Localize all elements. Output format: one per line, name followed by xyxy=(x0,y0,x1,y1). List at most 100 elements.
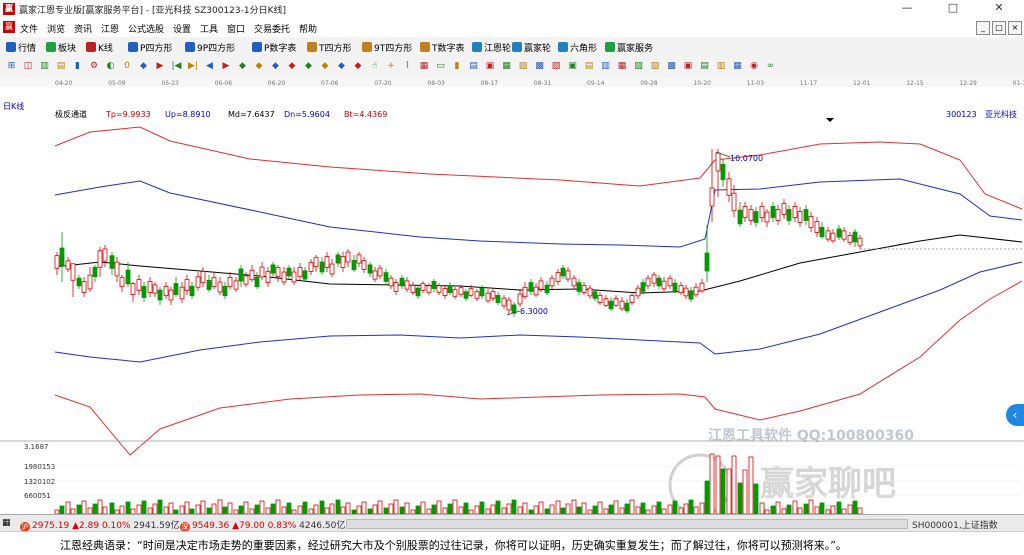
tool-button-36[interactable]: ▥ xyxy=(600,61,611,72)
tool-button-27[interactable]: ▮ xyxy=(452,61,463,72)
grid-status-icon[interactable]: ▦ xyxy=(2,518,11,528)
tool-button-8[interactable]: ◆ xyxy=(138,61,149,72)
tool-button-6[interactable]: ◐ xyxy=(105,61,116,72)
menu-trade[interactable]: 交易委托 xyxy=(254,22,290,35)
tool-button-37[interactable]: ▦ xyxy=(617,61,628,72)
mdi-close-button[interactable]: × xyxy=(1008,21,1022,35)
toolbar-candle-button[interactable]: K线 xyxy=(86,41,113,54)
maximize-button[interactable]: □ xyxy=(930,0,976,18)
tool-button-7[interactable]: 0 xyxy=(122,61,133,72)
candle-body xyxy=(538,280,544,290)
tool-button-25[interactable]: ▦ xyxy=(419,61,430,72)
tool-button-45[interactable]: ◉ xyxy=(749,61,760,72)
candle-body xyxy=(592,291,598,299)
tool-button-3[interactable]: ▤ xyxy=(56,61,67,72)
t-square-icon xyxy=(307,42,317,52)
toolbar-winner-wheel-button[interactable]: 赢家轮 xyxy=(512,41,551,54)
tool-button-38[interactable]: ▧ xyxy=(633,61,644,72)
menu-gann[interactable]: 江恩 xyxy=(101,22,119,35)
menu-file[interactable]: 文件 xyxy=(20,22,38,35)
tool-button-2[interactable]: ▥ xyxy=(39,61,50,72)
tool-button-17[interactable]: ◆ xyxy=(287,61,298,72)
blocks-icon xyxy=(46,42,56,52)
candle-body xyxy=(672,282,678,292)
volume-bar xyxy=(517,506,523,515)
menu-formula[interactable]: 公式选股 xyxy=(128,22,164,35)
tool-button-19[interactable]: ◆ xyxy=(320,61,331,72)
candle-body xyxy=(581,285,587,293)
volume-bar xyxy=(184,501,190,515)
tool-button-0[interactable]: ⊞ xyxy=(6,61,17,72)
tool-button-11[interactable]: ▶| xyxy=(188,61,199,72)
tool-button-4[interactable]: ▮ xyxy=(72,61,83,72)
toolbar-blocks-button[interactable]: 板块 xyxy=(46,41,76,54)
tool-button-9[interactable]: ▶ xyxy=(155,61,166,72)
tool-button-18[interactable]: ◆ xyxy=(303,61,314,72)
tool-button-29[interactable]: ▣ xyxy=(485,61,496,72)
mdi-restore-button[interactable]: □ xyxy=(992,21,1006,35)
tool-button-22[interactable]: ☝ xyxy=(369,61,380,72)
candle-body xyxy=(233,280,239,290)
tool-button-40[interactable]: ▩ xyxy=(666,61,677,72)
kline-chart-svg[interactable]: 04-20 05-09 05-23 06-06 06-20 07-06 07-20 08-03… xyxy=(0,77,1024,517)
candle-body xyxy=(506,299,512,311)
tool-button-26[interactable]: ▭ xyxy=(435,61,446,72)
kline-chart-area[interactable]: 04-20 05-09 05-23 06-06 06-20 07-06 07-20 08-03… xyxy=(0,77,1024,517)
toolbar-p-table-button[interactable]: P数字表 xyxy=(252,41,296,54)
tool-button-12[interactable]: ◀ xyxy=(204,61,215,72)
mdi-minimize-button[interactable]: _ xyxy=(976,21,990,35)
candle-body xyxy=(704,252,710,272)
menu-browse[interactable]: 浏览 xyxy=(47,22,65,35)
toolbar-grid-button[interactable]: 行情 xyxy=(6,41,36,54)
tool-button-28[interactable]: ▤ xyxy=(468,61,479,72)
toolbar-p-square-button[interactable]: P四方形 xyxy=(128,41,172,54)
tool-button-41[interactable]: ▣ xyxy=(683,61,694,72)
tool-button-16[interactable]: ◆ xyxy=(270,61,281,72)
tool-button-35[interactable]: ▤ xyxy=(584,61,595,72)
volume-bar xyxy=(538,501,544,515)
index1-quote[interactable]: 沪 2975.19 ▲2.89 0.10% 2941.59亿 xyxy=(20,518,180,532)
expand-panel-button[interactable]: ‹ xyxy=(1006,404,1024,426)
toolbar-service-button[interactable]: 赢家服务 xyxy=(605,41,653,54)
toolbar-t-table-button[interactable]: T数字表 xyxy=(420,41,465,54)
menu-window[interactable]: 窗口 xyxy=(227,22,245,35)
menu-tools[interactable]: 工具 xyxy=(200,22,218,35)
tool-button-30[interactable]: ▦ xyxy=(501,61,512,72)
tool-button-31[interactable]: ▨ xyxy=(518,61,529,72)
tool-button-20[interactable]: ◆ xyxy=(336,61,347,72)
tool-button-23[interactable]: + xyxy=(386,61,397,72)
grid-icon xyxy=(6,42,16,52)
candle-body xyxy=(517,293,523,305)
toolbar-9t-square-button[interactable]: 9T四方形 xyxy=(362,41,412,54)
tool-button-5[interactable]: ⚙ xyxy=(89,61,100,72)
tool-button-21[interactable]: ◆ xyxy=(353,61,364,72)
tool-button-15[interactable]: ◆ xyxy=(254,61,265,72)
tool-button-34[interactable]: ▣ xyxy=(567,61,578,72)
tool-button-39[interactable]: ▨ xyxy=(650,61,661,72)
menu-settings[interactable]: 设置 xyxy=(173,22,191,35)
tool-button-10[interactable]: |◀ xyxy=(171,61,182,72)
toolbar-hexagon-button[interactable]: 六角形 xyxy=(558,41,597,54)
menu-help[interactable]: 帮助 xyxy=(299,22,317,35)
toolbar-t-square-button[interactable]: T四方形 xyxy=(307,41,352,54)
toolbar-9p-square-button[interactable]: 9P四方形 xyxy=(185,41,235,54)
tool-button-13[interactable]: ▶ xyxy=(221,61,232,72)
candle-body xyxy=(163,285,169,297)
minimize-button[interactable]: — xyxy=(884,0,930,18)
tool-button-24[interactable]: ⌇ xyxy=(402,61,413,72)
menu-news[interactable]: 资讯 xyxy=(74,22,92,35)
tool-button-33[interactable]: ▧ xyxy=(551,61,562,72)
index2-quote[interactable]: 深 9549.36 ▲79.00 0.83% 4246.50亿 xyxy=(180,518,345,532)
tool-button-43[interactable]: ▥ xyxy=(716,61,727,72)
ticker-scroll-area[interactable] xyxy=(346,519,908,529)
close-button[interactable]: ✕ xyxy=(976,0,1022,18)
tool-button-32[interactable]: ▩ xyxy=(534,61,545,72)
tool-button-46[interactable]: ∞ xyxy=(765,61,776,72)
tool-button-14[interactable]: ◆ xyxy=(237,61,248,72)
candle-body xyxy=(173,283,179,295)
tool-button-1[interactable]: ◫ xyxy=(23,61,34,72)
date-tick-label: 05-23 xyxy=(161,80,179,87)
toolbar-gann-wheel-button[interactable]: 江恩轮 xyxy=(472,41,511,54)
tool-button-42[interactable]: ▤ xyxy=(699,61,710,72)
tool-button-44[interactable]: ▦ xyxy=(732,61,743,72)
